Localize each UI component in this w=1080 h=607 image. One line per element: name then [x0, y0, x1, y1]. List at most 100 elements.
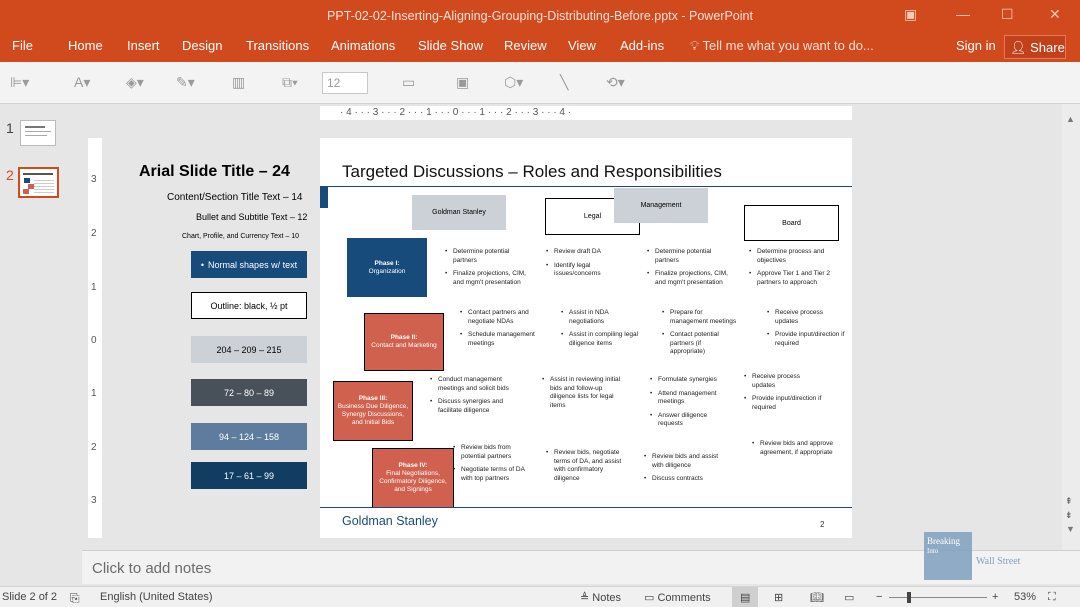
notes-button[interactable]: ≜ Notes — [580, 591, 621, 604]
phase-2-subtitle: Contact and Marketing — [371, 342, 437, 349]
slide-title[interactable]: Targeted Discussions – Roles and Respons… — [342, 162, 722, 182]
legal-phase-3-list[interactable]: Assist in reviewing initial bids and fol… — [541, 376, 623, 415]
rectangle-icon[interactable]: ▭ — [402, 74, 415, 91]
language-indicator[interactable]: English (United States) — [100, 591, 213, 603]
gs-phase-2-list[interactable]: Contact partners and negotiate NDAs Sche… — [459, 309, 541, 353]
font-color-icon[interactable]: A▾ — [74, 74, 90, 91]
next-slide-icon[interactable]: ⇟ — [1065, 510, 1073, 521]
mgmt-phase-2-list[interactable]: Prepare for management meetings Contact … — [661, 309, 737, 362]
tab-view[interactable]: View — [568, 38, 596, 53]
mgmt-phase-4-list[interactable]: Review bids and assist with diligence Di… — [643, 453, 727, 489]
line-icon[interactable]: ╲ — [560, 74, 568, 91]
list-item: Contact potential partners (if appropria… — [661, 331, 737, 357]
phase-4-subtitle: Final Negotiations, Confirmatory Diligen… — [379, 470, 447, 493]
maximize-icon[interactable]: ☐ — [1001, 6, 1014, 23]
tab-addins[interactable]: Add-ins — [620, 38, 664, 53]
fit-to-window-icon[interactable]: ⛶ — [1048, 591, 1056, 604]
board-phase-4-list[interactable]: Review bids and approve agreement, if ap… — [751, 440, 841, 462]
tab-home[interactable]: Home — [68, 38, 103, 53]
legend-title[interactable]: Arial Slide Title – 24 — [139, 163, 290, 181]
close-icon[interactable]: ✕ — [1049, 6, 1061, 23]
chart-icon[interactable]: ▥ — [232, 74, 245, 91]
slideshow-icon[interactable]: ▭ — [844, 591, 854, 604]
phase-2-box[interactable]: Phase II: Contact and Marketing — [364, 313, 444, 371]
tab-slide-show[interactable]: Slide Show — [418, 38, 483, 53]
textbox-icon[interactable]: ▣ — [456, 74, 469, 91]
list-item: Discuss contracts — [643, 475, 727, 484]
outline-icon[interactable]: ✎▾ — [176, 74, 195, 91]
shapes-icon[interactable]: ⬡▾ — [504, 74, 523, 91]
list-item: Finalize projections, CIM, and mgm't pre… — [444, 270, 526, 287]
slide-sorter-icon[interactable]: ⊞ — [774, 591, 783, 604]
board-phase-3-list[interactable]: Receive process updates Provide input/di… — [743, 373, 823, 417]
legal-phase-1-list[interactable]: Review draft DA Identify legal issues/co… — [545, 248, 625, 284]
font-size-field[interactable]: 12 — [322, 72, 368, 94]
legend-normal-shapes[interactable]: • Normal shapes w/ text — [191, 251, 307, 278]
legend-outline[interactable]: Outline: black, ½ pt — [191, 292, 307, 319]
arrange-icon[interactable]: ⧉▾ — [282, 74, 298, 91]
tab-review[interactable]: Review — [504, 38, 547, 53]
slide-thumbnail-2[interactable] — [18, 167, 59, 198]
tab-animations[interactable]: Animations — [331, 38, 395, 53]
tab-insert[interactable]: Insert — [127, 38, 160, 53]
comments-button[interactable]: ▭ Comments — [644, 591, 711, 604]
phase-4-box[interactable]: Phase IV: Final Negotiations, Confirmator… — [372, 448, 454, 508]
gs-phase-4-list[interactable]: Review bids from potential partners Nego… — [452, 444, 536, 488]
zoom-out-icon[interactable]: − — [876, 591, 882, 603]
tab-transitions[interactable]: Transitions — [246, 38, 309, 53]
legal-phase-4-list[interactable]: Review bids, negotiate terms of DA, and … — [545, 449, 629, 488]
phase-1-box[interactable]: Phase I: Organization — [347, 238, 427, 297]
vertical-scrollbar[interactable]: ▲ ▼ ⇞ ⇟ — [1062, 104, 1080, 550]
vertical-ruler: 3 2 1 0 1 2 3 — [88, 138, 102, 538]
fill-icon[interactable]: ◈▾ — [126, 74, 144, 91]
title-bar: PPT-02-02-Inserting-Aligning-Grouping-Di… — [0, 0, 1080, 32]
list-item: Review draft DA — [545, 248, 625, 257]
share-button[interactable]: 👤︎ Share — [1004, 35, 1066, 59]
zoom-slider[interactable] — [889, 597, 987, 598]
watermark-line-1: Breaking — [927, 536, 960, 546]
legal-phase-2-list[interactable]: Assist in NDA negotiations Assist in com… — [560, 309, 644, 353]
phase-3-box[interactable]: Phase III: Business Due Diligence, Synerg… — [333, 381, 413, 441]
list-item: Approve Tier 1 and Tier 2 partners to ap… — [748, 270, 834, 287]
gs-phase-3-list[interactable]: Conduct management meetings and solicit … — [429, 376, 519, 420]
legend-chart-text[interactable]: Chart, Profile, and Currency Text – 10 — [182, 233, 299, 240]
zoom-slider-thumb[interactable] — [907, 592, 911, 603]
legend-color-1[interactable]: 204 – 209 – 215 — [191, 336, 307, 363]
slide-thumbnail-1[interactable] — [20, 120, 56, 146]
spellcheck-icon[interactable]: ⎘ — [70, 591, 80, 606]
scroll-up-icon[interactable]: ▲ — [1066, 114, 1075, 124]
reading-view-icon[interactable]: 📖︎ — [810, 591, 824, 604]
legend-bullet-subtitle[interactable]: Bullet and Subtitle Text – 12 — [196, 212, 307, 222]
legend-color-3[interactable]: 94 – 124 – 158 — [191, 423, 307, 450]
legend-content-title[interactable]: Content/Section Title Text – 14 — [167, 192, 302, 203]
minimize-icon[interactable]: — — [956, 6, 970, 22]
mgmt-phase-3-list[interactable]: Formulate synergies Attend management me… — [649, 376, 733, 434]
ruler-v-mark: 2 — [91, 228, 97, 239]
phase-3-title: Phase III: — [358, 395, 388, 402]
board-phase-2-list[interactable]: Receive process updates Provide input/di… — [766, 309, 846, 353]
comment-icon: ▭ — [644, 592, 655, 604]
slide-number-2: 2 — [6, 167, 14, 183]
legend-color-4[interactable]: 17 – 61 – 99 — [191, 462, 307, 489]
ruler-v-mark: 1 — [91, 388, 97, 399]
legend-color-2[interactable]: 72 – 80 – 89 — [191, 379, 307, 406]
align-icon[interactable]: ⊫▾ — [10, 74, 29, 91]
gs-phase-1-list[interactable]: Determine potential partners Finalize pr… — [444, 248, 526, 292]
header-goldman-stanley[interactable]: Goldman Stanley — [412, 195, 506, 230]
mgmt-phase-1-list[interactable]: Determine potential partners Finalize pr… — [646, 248, 730, 292]
header-management[interactable]: Management — [614, 188, 708, 223]
rotate-icon[interactable]: ⟲▾ — [606, 74, 625, 91]
list-item: Contact partners and negotiate NDAs — [459, 309, 541, 326]
tell-me-box[interactable]: 💡︎ Tell me what you want to do... — [690, 38, 874, 54]
zoom-level[interactable]: 53% — [1014, 591, 1036, 603]
tab-design[interactable]: Design — [182, 38, 222, 53]
sign-in-link[interactable]: Sign in — [956, 38, 996, 53]
header-board[interactable]: Board — [744, 205, 839, 241]
board-phase-1-list[interactable]: Determine process and objectives Approve… — [748, 248, 834, 292]
zoom-in-icon[interactable]: + — [992, 591, 998, 603]
tab-file[interactable]: File — [12, 38, 33, 53]
scroll-down-icon[interactable]: ▼ — [1066, 524, 1075, 534]
ribbon-display-icon[interactable]: ▣ — [904, 6, 917, 23]
previous-slide-icon[interactable]: ⇞ — [1065, 496, 1073, 507]
slide-canvas[interactable]: Targeted Discussions – Roles and Respons… — [320, 138, 852, 538]
